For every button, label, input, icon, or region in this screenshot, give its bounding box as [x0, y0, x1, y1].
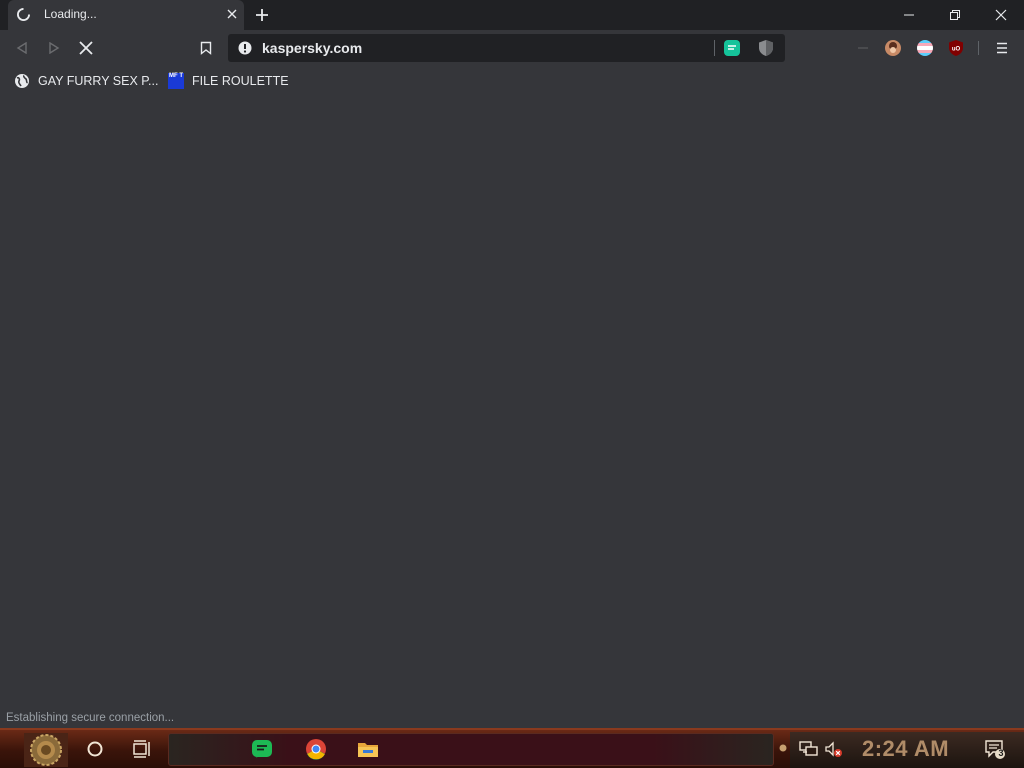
task-view-icon: [133, 740, 150, 758]
bookmark-label: FILE ROULETTE: [192, 74, 289, 88]
action-center-button[interactable]: 3: [984, 738, 1006, 760]
title-bar: Loading...: [0, 0, 1024, 30]
loading-spinner-icon: [17, 8, 30, 21]
volume-muted-icon: [825, 741, 842, 757]
bookmark-star-button[interactable]: [197, 39, 215, 57]
toolbar-divider: [978, 41, 979, 55]
taskbar-file-explorer-app[interactable]: [357, 738, 379, 760]
shield-extension-icon[interactable]: [758, 39, 774, 57]
folder-icon: [358, 743, 378, 757]
network-tray-button[interactable]: [798, 738, 820, 760]
trans-flag-extension-icon[interactable]: [916, 39, 934, 57]
taskbar: 2:24 AM 3: [0, 728, 1024, 768]
tray-gear-icon: [779, 744, 787, 752]
forward-arrow-icon: [49, 42, 60, 54]
task-view-button[interactable]: [132, 738, 154, 760]
volume-tray-button[interactable]: [823, 738, 845, 760]
minimize-icon: [904, 14, 914, 16]
mft-badge-icon: MF T: [168, 73, 184, 89]
tab-loading[interactable]: Loading...: [8, 0, 244, 30]
notification-count-badge: 3: [998, 748, 1004, 758]
restore-button[interactable]: [932, 0, 978, 30]
stop-x-icon: [79, 41, 93, 55]
chrome-icon: [306, 739, 326, 760]
avatar-extension-icon[interactable]: [884, 39, 902, 57]
globe-icon: [15, 74, 29, 88]
bookmark-item-file-roulette[interactable]: MF T FILE ROULETTE: [168, 72, 289, 90]
tab-title: Loading...: [44, 7, 97, 21]
network-icon: [799, 741, 818, 756]
url-text[interactable]: kaspersky.com: [262, 40, 362, 56]
new-tab-button[interactable]: [254, 7, 270, 23]
back-button[interactable]: [13, 39, 31, 57]
back-arrow-icon: [16, 42, 27, 54]
dimmed-extension-icon[interactable]: [854, 39, 872, 57]
spotify-chat-icon: [252, 740, 272, 758]
page-content-area: [0, 96, 1024, 728]
start-button-gear-icon[interactable]: [22, 732, 70, 768]
cortana-search-button[interactable]: [84, 738, 106, 760]
browser-toolbar: kaspersky.com uO: [0, 30, 1024, 66]
address-bar[interactable]: kaspersky.com: [228, 34, 785, 62]
close-window-button[interactable]: [978, 0, 1024, 30]
cortana-circle-icon: [87, 741, 103, 757]
bookmarks-bar: GAY FURRY SEX P... MF T FILE ROULETTE: [0, 66, 1024, 96]
svg-text:uO: uO: [952, 47, 961, 53]
taskbar-spotify-app[interactable]: [251, 738, 273, 760]
taskbar-clock[interactable]: 2:24 AM: [862, 736, 949, 762]
bookmark-label: GAY FURRY SEX P...: [38, 74, 159, 88]
forward-button[interactable]: [45, 39, 63, 57]
bookmark-item-gay-furry[interactable]: GAY FURRY SEX P...: [14, 72, 158, 90]
stop-loading-button[interactable]: [77, 39, 95, 57]
status-bubble: Establishing secure connection...: [0, 708, 181, 728]
restore-icon: [950, 10, 960, 20]
grammarly-extension-icon[interactable]: [723, 39, 741, 57]
omnibox-divider: [714, 40, 715, 56]
tab-close-icon[interactable]: [227, 9, 237, 19]
show-hidden-icons-button[interactable]: [776, 740, 790, 756]
close-icon: [995, 9, 1007, 21]
minimize-button[interactable]: [886, 0, 932, 30]
bookmark-icon: [200, 41, 212, 55]
not-secure-info-icon[interactable]: [238, 41, 252, 55]
ublock-origin-icon[interactable]: uO: [947, 39, 965, 57]
mft-badge-text: MF T: [169, 73, 183, 79]
menu-icon[interactable]: [993, 39, 1011, 57]
taskbar-chrome-app[interactable]: [305, 738, 327, 760]
